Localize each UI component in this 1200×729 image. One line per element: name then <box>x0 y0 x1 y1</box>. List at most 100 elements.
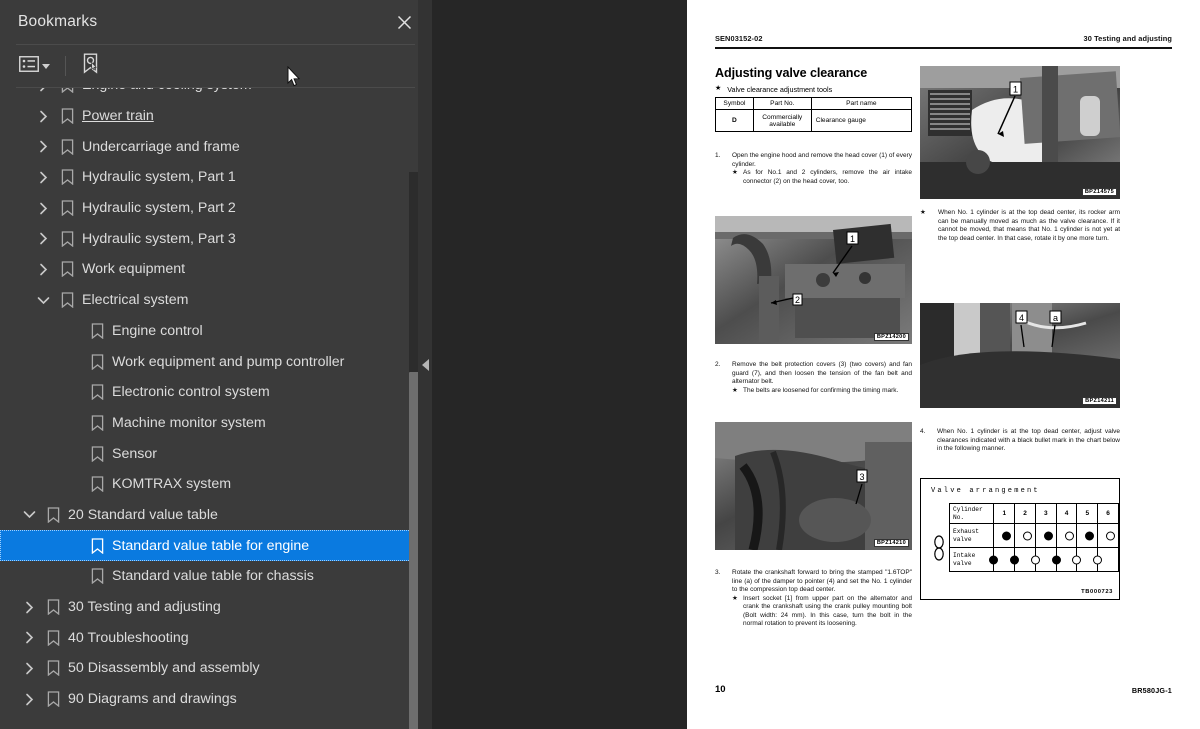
bookmark-item-power-train[interactable]: Power train <box>0 101 431 132</box>
bookmark-icon <box>42 630 64 646</box>
bookmark-item-label: Standard value table for chassis <box>112 568 314 585</box>
step-3-text: Rotate the crankshaft forward to bring t… <box>732 569 912 594</box>
bookmark-item-label: 90 Diagrams and drawings <box>68 691 237 708</box>
bookmark-item-hydraulic-system-part-3[interactable]: Hydraulic system, Part 3 <box>0 223 431 254</box>
bookmark-item-hydraulic-system-part-2[interactable]: Hydraulic system, Part 2 <box>0 193 431 224</box>
step-4-text: When No. 1 cylinder is at the top dead c… <box>937 428 1120 453</box>
valve-row-header-label: Cylinder No. <box>948 503 995 524</box>
bookmark-item-30-testing-and-adjusting[interactable]: 30 Testing and adjusting <box>0 592 431 623</box>
bookmarks-toolbar <box>0 45 431 87</box>
bookmarks-panel: Bookmarks Power train Undercarriage and … <box>0 0 432 729</box>
bookmark-item-engine-and-cooling-system[interactable]: Engine and cooling system <box>0 88 431 101</box>
chevron-right-icon[interactable] <box>16 601 42 614</box>
bookmark-item-work-equipment-and-pump-controller[interactable]: Work equipment and pump controller <box>0 346 431 377</box>
bookmark-item-50-disassembly-and-assembly[interactable]: 50 Disassembly and assembly <box>0 653 431 684</box>
star-bullet-icon: ★ <box>732 169 738 177</box>
chevron-right-icon[interactable] <box>30 263 56 276</box>
bookmark-item-machine-monitor-system[interactable]: Machine monitor system <box>0 408 431 439</box>
valve-marker-open <box>1093 555 1103 564</box>
step-3: 3. Rotate the crankshaft forward to brin… <box>715 569 912 629</box>
bookmark-item-label: Standard value table for engine <box>108 537 310 554</box>
chevron-right-icon[interactable] <box>30 232 56 245</box>
new-bookmark-button[interactable] <box>78 52 103 80</box>
photo-engine-head-cover: 1 2 BPZ14200 <box>715 216 912 344</box>
collapse-panel-icon <box>421 358 429 371</box>
chevron-right-icon[interactable] <box>16 693 42 706</box>
bookmark-item-electronic-control-system[interactable]: Electronic control system <box>0 377 431 408</box>
bookmark-item-standard-value-table-for-engine[interactable]: Standard value table for engine <box>0 530 431 561</box>
bookmark-item-engine-control[interactable]: Engine control <box>0 316 431 347</box>
valve-marker-open <box>1023 531 1033 540</box>
td-part-name: Clearance gauge <box>810 109 913 132</box>
bookmark-item-20-standard-value-table[interactable]: 20 Standard value table <box>0 500 431 531</box>
bookmark-item-standard-value-table-for-chassis[interactable]: Standard value table for chassis <box>0 561 431 592</box>
bookmark-item-label: Sensor <box>112 445 157 462</box>
valve-cell <box>1014 523 1036 548</box>
step-1-number: 1. <box>715 152 721 159</box>
bookmark-icon <box>56 292 78 309</box>
toolbar-separator <box>65 56 66 76</box>
bookmark-item-komtrax-system[interactable]: KOMTRAX system <box>0 469 431 500</box>
cylinder-number: 1 <box>993 503 1016 524</box>
bookmark-item-work-equipment[interactable]: Work equipment <box>0 254 431 285</box>
figure-code: BPZ14211 <box>1082 397 1117 405</box>
page-header: SEN03152-02 30 Testing and adjusting <box>715 34 1172 43</box>
chart-title: Valve arrangement <box>931 487 1040 495</box>
step-2: 2. Remove the belt protection covers (3)… <box>715 361 912 395</box>
chevron-right-icon[interactable] <box>30 110 56 123</box>
figure-code: BPZ14210 <box>873 539 909 547</box>
cylinder-number: 3 <box>1034 503 1057 524</box>
step-1: 1. Open the engine hood and remove the h… <box>715 152 912 186</box>
step-3-note: ★ Insert socket [1] from upper part on t… <box>732 595 912 629</box>
bookmark-item-sensor[interactable]: Sensor <box>0 438 431 469</box>
bookmark-item-label: Work equipment <box>82 261 186 278</box>
valve-marker-open <box>1106 531 1116 540</box>
bookmark-item-40-troubleshooting[interactable]: 40 Troubleshooting <box>0 622 431 653</box>
bookmark-icon <box>56 108 78 125</box>
valve-marker-open <box>1064 531 1074 540</box>
cylinder-number: 2 <box>1014 503 1036 524</box>
chevron-down-icon[interactable] <box>30 296 56 305</box>
valve-row-label: Exhaust valve <box>948 523 995 548</box>
bookmark-item-90-diagrams-and-drawings[interactable]: 90 Diagrams and drawings <box>0 684 431 715</box>
photo-belt-covers: 3 BPZ14210 <box>715 422 912 550</box>
bookmark-item-undercarriage-and-frame[interactable]: Undercarriage and frame <box>0 131 431 162</box>
valve-marker-open <box>1072 555 1082 564</box>
chevron-right-icon[interactable] <box>30 171 56 184</box>
valve-row-intake: Intake valve <box>948 547 1119 572</box>
chevron-right-icon[interactable] <box>30 202 56 215</box>
tools-caption-text: Valve clearance adjustment tools <box>727 85 833 94</box>
bracket-icon <box>934 535 944 561</box>
step-1-text: Open the engine hood and remove the head… <box>732 152 912 168</box>
chevron-down-icon <box>42 63 50 69</box>
close-icon[interactable] <box>391 9 417 35</box>
valve-marker-filled <box>989 555 999 564</box>
step-2-text: Remove the belt protection covers (3) (t… <box>732 361 912 386</box>
bookmark-options-button[interactable] <box>16 52 53 80</box>
bookmark-item-label: Work equipment and pump controller <box>112 353 345 370</box>
table-row: D Commercially available Clearance gauge <box>715 109 913 132</box>
bookmark-item-label: Hydraulic system, Part 2 <box>82 200 236 217</box>
bookmark-item-label: KOMTRAX system <box>112 476 232 493</box>
valve-arrangement-chart: Valve arrangement Cylinder No. 1 2 3 4 5 6 Exhau… <box>920 478 1120 600</box>
right-note-text: When No. 1 cylinder is at the top dead c… <box>938 209 1120 242</box>
pdf-viewer[interactable]: SEN03152-02 30 Testing and adjusting Adj… <box>432 0 1200 729</box>
svg-text:3: 3 <box>859 472 864 482</box>
panel-title: Bookmarks <box>18 13 98 30</box>
valve-cell <box>1055 523 1078 548</box>
bookmark-item-electrical-system[interactable]: Electrical system <box>0 285 431 316</box>
chevron-right-icon[interactable] <box>16 662 42 675</box>
bookmark-item-label: Engine control <box>112 322 203 339</box>
chevron-right-icon[interactable] <box>16 631 42 644</box>
chevron-down-icon[interactable] <box>16 510 42 519</box>
bookmark-item-hydraulic-system-part-1[interactable]: Hydraulic system, Part 1 <box>0 162 431 193</box>
chevron-right-icon[interactable] <box>30 88 56 92</box>
step-1-note: ★ As for No.1 and 2 cylinders, remove th… <box>732 169 912 186</box>
header-rule <box>715 47 1172 49</box>
header-section-title: 30 Testing and adjusting <box>1083 34 1172 43</box>
collapse-sidebar-handle[interactable] <box>418 0 432 729</box>
star-bullet-icon: ★ <box>715 85 722 92</box>
bookmark-icon <box>42 660 64 677</box>
chevron-right-icon[interactable] <box>30 140 56 153</box>
bookmarks-tree[interactable]: Engine and cooling system Power train Unde… <box>0 88 431 729</box>
